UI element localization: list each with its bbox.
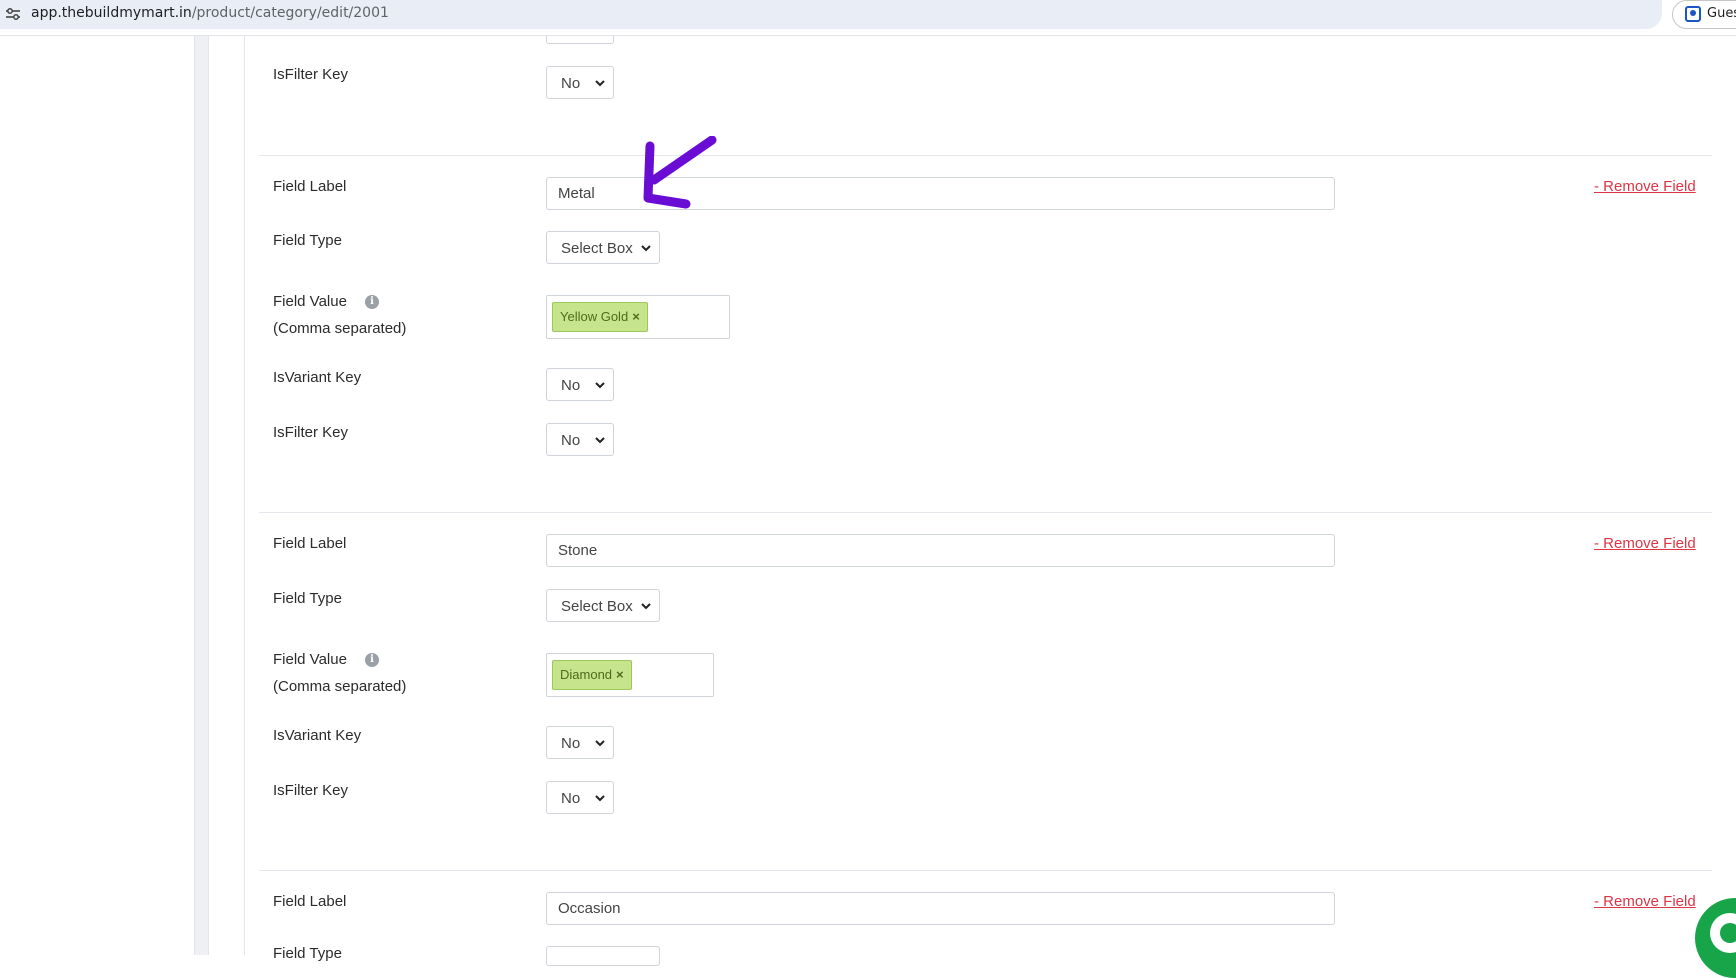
isfilter-label: IsFilter Key bbox=[273, 782, 349, 799]
isfilter-select[interactable]: No bbox=[546, 423, 614, 456]
tag-remove-icon[interactable]: × bbox=[616, 667, 624, 682]
chevron-down-icon bbox=[595, 437, 605, 444]
profile-label: Guest bbox=[1707, 6, 1736, 21]
url-host: app.thebuildmymart.in bbox=[31, 5, 192, 21]
field-type-value: Select Box bbox=[561, 240, 633, 257]
field-value-label: Field Value bbox=[273, 293, 347, 310]
browser-toolbar: app.thebuildmymart.in/product/category/e… bbox=[0, 0, 1736, 36]
field-type-label: Field Type bbox=[273, 945, 342, 962]
field-type-label: Field Type bbox=[273, 590, 342, 607]
isvariant-select[interactable]: No bbox=[546, 368, 614, 401]
partial-select[interactable] bbox=[546, 36, 614, 44]
field-value-tag-input[interactable]: Diamond × bbox=[546, 653, 714, 697]
chevron-down-icon bbox=[641, 245, 651, 252]
field-value-hint: (Comma separated) bbox=[273, 678, 407, 695]
field-value-label: Field Value bbox=[273, 651, 347, 668]
site-settings-icon[interactable] bbox=[5, 6, 21, 22]
profile-icon bbox=[1685, 6, 1701, 22]
section-divider bbox=[259, 512, 1712, 513]
chevron-down-icon bbox=[641, 603, 651, 610]
chevron-down-icon bbox=[595, 80, 605, 87]
field-value-hint: (Comma separated) bbox=[273, 320, 407, 337]
field-type-value: Select Box bbox=[561, 598, 633, 615]
isfilter-label: IsFilter Key bbox=[273, 424, 349, 441]
isfilter-label: IsFilter Key bbox=[273, 66, 349, 83]
section-divider bbox=[259, 155, 1712, 156]
info-icon[interactable]: i bbox=[365, 295, 379, 309]
annotation-arrow-icon bbox=[643, 136, 717, 209]
url-path: /product/category/edit/2001 bbox=[191, 5, 389, 21]
isfilter-value: No bbox=[561, 790, 581, 807]
tag-chip: Yellow Gold × bbox=[552, 302, 648, 332]
chat-bubble-inner bbox=[1720, 923, 1736, 943]
tag-remove-icon[interactable]: × bbox=[632, 309, 640, 324]
url-text[interactable]: app.thebuildmymart.in/product/category/e… bbox=[31, 5, 389, 21]
isvariant-select[interactable]: No bbox=[546, 726, 614, 759]
card-border bbox=[209, 36, 245, 955]
field-label-label: Field Label bbox=[273, 535, 347, 552]
chevron-down-icon bbox=[595, 795, 605, 802]
tag-label: Diamond bbox=[560, 667, 613, 682]
chevron-down-icon bbox=[595, 382, 605, 389]
sidebar-area bbox=[0, 36, 194, 955]
field-type-label: Field Type bbox=[273, 232, 342, 249]
isfilter-value: No bbox=[561, 75, 581, 92]
isfilter-select[interactable]: No bbox=[546, 781, 614, 814]
section-divider bbox=[259, 870, 1712, 871]
isvariant-label: IsVariant Key bbox=[273, 369, 362, 386]
field-label-label: Field Label bbox=[273, 893, 347, 910]
field-type-select[interactable]: Select Box bbox=[546, 231, 660, 264]
chevron-down-icon bbox=[595, 740, 605, 747]
field-type-select[interactable] bbox=[546, 946, 660, 966]
remove-field-button[interactable]: - Remove Field bbox=[1594, 893, 1696, 910]
field-value-tag-input[interactable]: Yellow Gold × bbox=[546, 295, 730, 339]
isfilter-select[interactable]: No bbox=[546, 66, 614, 99]
isvariant-value: No bbox=[561, 377, 581, 394]
field-label-input[interactable]: Stone bbox=[546, 534, 1335, 567]
remove-field-button[interactable]: - Remove Field bbox=[1594, 178, 1696, 195]
isvariant-value: No bbox=[561, 735, 581, 752]
remove-field-button[interactable]: - Remove Field bbox=[1594, 535, 1696, 552]
profile-button[interactable]: Guest bbox=[1672, 0, 1736, 29]
tag-chip: Diamond × bbox=[552, 660, 632, 690]
chat-widget-button[interactable] bbox=[1695, 898, 1736, 978]
isfilter-value: No bbox=[561, 432, 581, 449]
info-icon[interactable]: i bbox=[365, 653, 379, 667]
tag-label: Yellow Gold bbox=[560, 309, 629, 324]
field-label-input[interactable]: Occasion bbox=[546, 892, 1335, 925]
address-bar[interactable]: app.thebuildmymart.in/product/category/e… bbox=[0, 0, 1662, 29]
page-gutter bbox=[194, 36, 209, 955]
isvariant-label: IsVariant Key bbox=[273, 727, 362, 744]
field-label-label: Field Label bbox=[273, 178, 347, 195]
field-type-select[interactable]: Select Box bbox=[546, 589, 660, 622]
